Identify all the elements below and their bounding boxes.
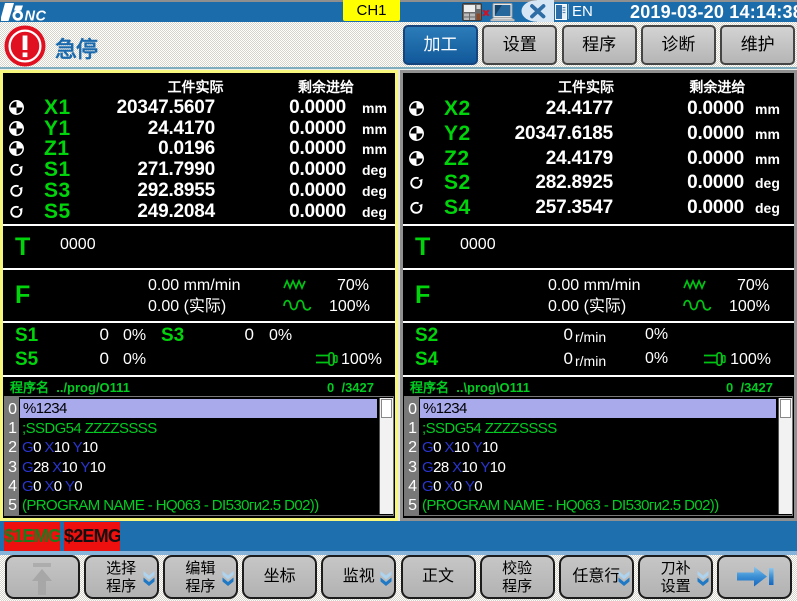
svg-text:NC: NC [25,9,47,23]
